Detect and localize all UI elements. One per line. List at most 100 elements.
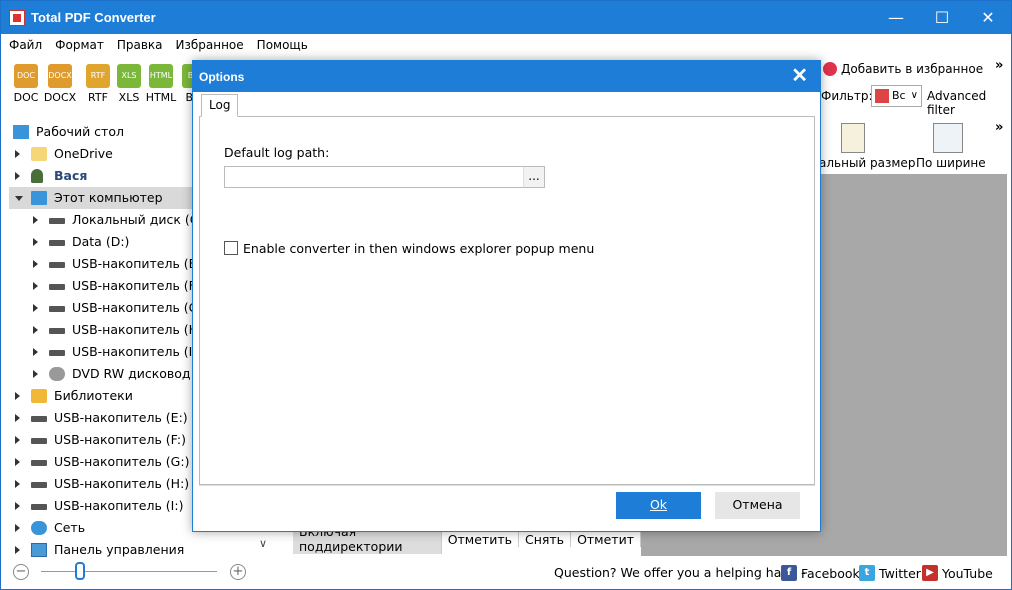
tree-item[interactable]: Библиотеки bbox=[9, 385, 194, 407]
format-html-button[interactable]: HTML HTML bbox=[144, 64, 178, 104]
explorer-menu-checkbox[interactable] bbox=[224, 241, 238, 255]
tree-item[interactable]: Локальный диск (C:) bbox=[9, 209, 194, 231]
expand-arrow-icon[interactable] bbox=[15, 172, 20, 180]
dialog-close-icon[interactable]: ✕ bbox=[791, 65, 808, 87]
expand-arrow-icon[interactable] bbox=[33, 304, 38, 312]
tree-item[interactable]: USB-накопитель (G:) bbox=[9, 451, 194, 473]
tree-item[interactable]: DVD RW дисковод (J:) bbox=[9, 363, 194, 385]
drive-icon bbox=[31, 460, 47, 466]
zoom-slider-thumb[interactable] bbox=[74, 562, 85, 580]
menu-favorites[interactable]: Избранное bbox=[176, 38, 244, 52]
tree-item[interactable]: USB-накопитель (F:) bbox=[9, 275, 194, 297]
tree-item[interactable]: Этот компьютер bbox=[9, 187, 194, 209]
expand-arrow-icon[interactable] bbox=[33, 348, 38, 356]
tree-item-label: USB-накопитель (G:) bbox=[54, 454, 190, 469]
add-to-favorites-button[interactable]: Добавить в избранное bbox=[841, 62, 983, 76]
ok-button[interactable]: Ok bbox=[616, 492, 701, 519]
dialog-title: Options bbox=[199, 69, 245, 84]
zoom-in-button[interactable]: + bbox=[230, 564, 246, 580]
menu-file[interactable]: Файл bbox=[9, 38, 42, 52]
expand-arrow-icon[interactable] bbox=[33, 370, 38, 378]
format-doc-button[interactable]: DOC DOC bbox=[9, 64, 43, 104]
tree-item[interactable]: USB-накопитель (E:) bbox=[9, 253, 194, 275]
log-path-input[interactable] bbox=[224, 166, 524, 188]
tree-item[interactable]: USB-накопитель (I:) bbox=[9, 495, 194, 517]
expand-arrow-icon[interactable] bbox=[15, 524, 20, 532]
tree-item[interactable]: Сеть bbox=[9, 517, 194, 539]
zoom-slider-track[interactable] bbox=[41, 571, 217, 572]
tree-item[interactable]: OneDrive bbox=[9, 143, 194, 165]
scroll-down-icon[interactable]: ∨ bbox=[259, 537, 267, 550]
fit-width-button[interactable]: По ширине bbox=[916, 156, 986, 170]
expand-arrow-icon[interactable] bbox=[15, 436, 20, 444]
facebook-link[interactable]: f Facebook bbox=[781, 565, 860, 581]
twitter-link[interactable]: t Twitter bbox=[859, 565, 921, 581]
mark-button[interactable]: Отметить bbox=[442, 531, 519, 547]
drive-icon bbox=[31, 438, 47, 444]
tree-item[interactable]: Вася bbox=[9, 165, 194, 187]
expand-arrow-icon[interactable] bbox=[33, 260, 38, 268]
dialog-title-bar: Options ✕ bbox=[193, 61, 820, 92]
filter-label: Фильтр: bbox=[821, 89, 873, 103]
explorer-menu-checkbox-label[interactable]: Enable converter in then windows explore… bbox=[243, 241, 594, 256]
heart-icon bbox=[823, 62, 837, 76]
menu-edit[interactable]: Правка bbox=[117, 38, 163, 52]
cancel-button[interactable]: Отмена bbox=[715, 492, 800, 519]
menu-bar: Файл Формат Правка Избранное Помощь bbox=[1, 34, 1011, 56]
tree-item[interactable]: USB-накопитель (E:) bbox=[9, 407, 194, 429]
tab-log[interactable]: Log bbox=[201, 94, 239, 117]
drive-icon bbox=[31, 504, 47, 510]
menu-format[interactable]: Формат bbox=[55, 38, 104, 52]
fit-width-icon[interactable] bbox=[933, 123, 963, 153]
tree-item[interactable]: USB-накопитель (H:) bbox=[9, 473, 194, 495]
dialog-footer-divider bbox=[199, 485, 815, 486]
desktop-icon bbox=[13, 125, 29, 139]
expand-arrow-icon[interactable] bbox=[15, 392, 20, 400]
tree-item[interactable]: USB-накопитель (G:) bbox=[9, 297, 194, 319]
folder-tree: Рабочий стол OneDrive Вася Этот компьютер Ло… bbox=[9, 121, 194, 561]
tree-item-label: USB-накопитель (E:) bbox=[54, 410, 188, 425]
zoom-out-button[interactable]: − bbox=[13, 564, 29, 580]
close-button[interactable]: ✕ bbox=[965, 1, 1011, 34]
options-dialog: Options ✕ Log Default log path: ... Enab… bbox=[192, 60, 821, 532]
maximize-button[interactable]: ☐ bbox=[919, 1, 965, 34]
unmark-button[interactable]: Снять bbox=[519, 531, 572, 547]
expand-arrow-icon[interactable] bbox=[15, 502, 20, 510]
format-label: HTML bbox=[145, 91, 177, 104]
control-panel-icon bbox=[31, 543, 47, 557]
tree-item[interactable]: USB-накопитель (I:) bbox=[9, 341, 194, 363]
advanced-filter-button[interactable]: Advanced filter bbox=[927, 89, 1011, 117]
log-path-label: Default log path: bbox=[224, 145, 330, 160]
collapse-arrow-icon[interactable] bbox=[15, 196, 23, 201]
format-docx-button[interactable]: DOCX DOCX bbox=[43, 64, 77, 104]
expand-arrow-icon[interactable] bbox=[15, 480, 20, 488]
browse-button[interactable]: ... bbox=[523, 166, 545, 188]
drive-icon bbox=[49, 350, 65, 356]
tree-item-label: USB-накопитель (F:) bbox=[72, 278, 194, 293]
tree-item[interactable]: USB-накопитель (H:) bbox=[9, 319, 194, 341]
tree-item[interactable]: Data (D:) bbox=[9, 231, 194, 253]
menu-help[interactable]: Помощь bbox=[257, 38, 308, 52]
filter-select[interactable]: Вс ∨ bbox=[871, 85, 922, 107]
format-rtf-button[interactable]: RTF RTF bbox=[81, 64, 115, 104]
mark-all-button[interactable]: Отметит bbox=[571, 531, 641, 547]
expand-arrow-icon[interactable] bbox=[15, 458, 20, 466]
expand-arrow-icon[interactable] bbox=[15, 414, 20, 422]
youtube-link[interactable]: ▶ YouTube bbox=[922, 565, 993, 581]
expand-arrow-icon[interactable] bbox=[15, 546, 20, 554]
more-chevron-icon[interactable]: » bbox=[995, 58, 1003, 73]
more-chevron-icon-2[interactable]: » bbox=[995, 120, 1003, 135]
tree-item[interactable]: Рабочий стол bbox=[9, 121, 194, 143]
expand-arrow-icon[interactable] bbox=[33, 238, 38, 246]
expand-arrow-icon[interactable] bbox=[15, 150, 20, 158]
format-xls-button[interactable]: XLS XLS bbox=[112, 64, 146, 104]
tree-item[interactable]: USB-накопитель (F:) bbox=[9, 429, 194, 451]
tree-item-label: Этот компьютер bbox=[54, 190, 163, 205]
real-size-button[interactable]: альный размер bbox=[819, 156, 915, 170]
minimize-button[interactable]: — bbox=[873, 1, 919, 34]
expand-arrow-icon[interactable] bbox=[33, 216, 38, 224]
tree-item-label: USB-накопитель (I:) bbox=[72, 344, 194, 359]
real-size-icon[interactable] bbox=[841, 123, 865, 153]
expand-arrow-icon[interactable] bbox=[33, 282, 38, 290]
expand-arrow-icon[interactable] bbox=[33, 326, 38, 334]
